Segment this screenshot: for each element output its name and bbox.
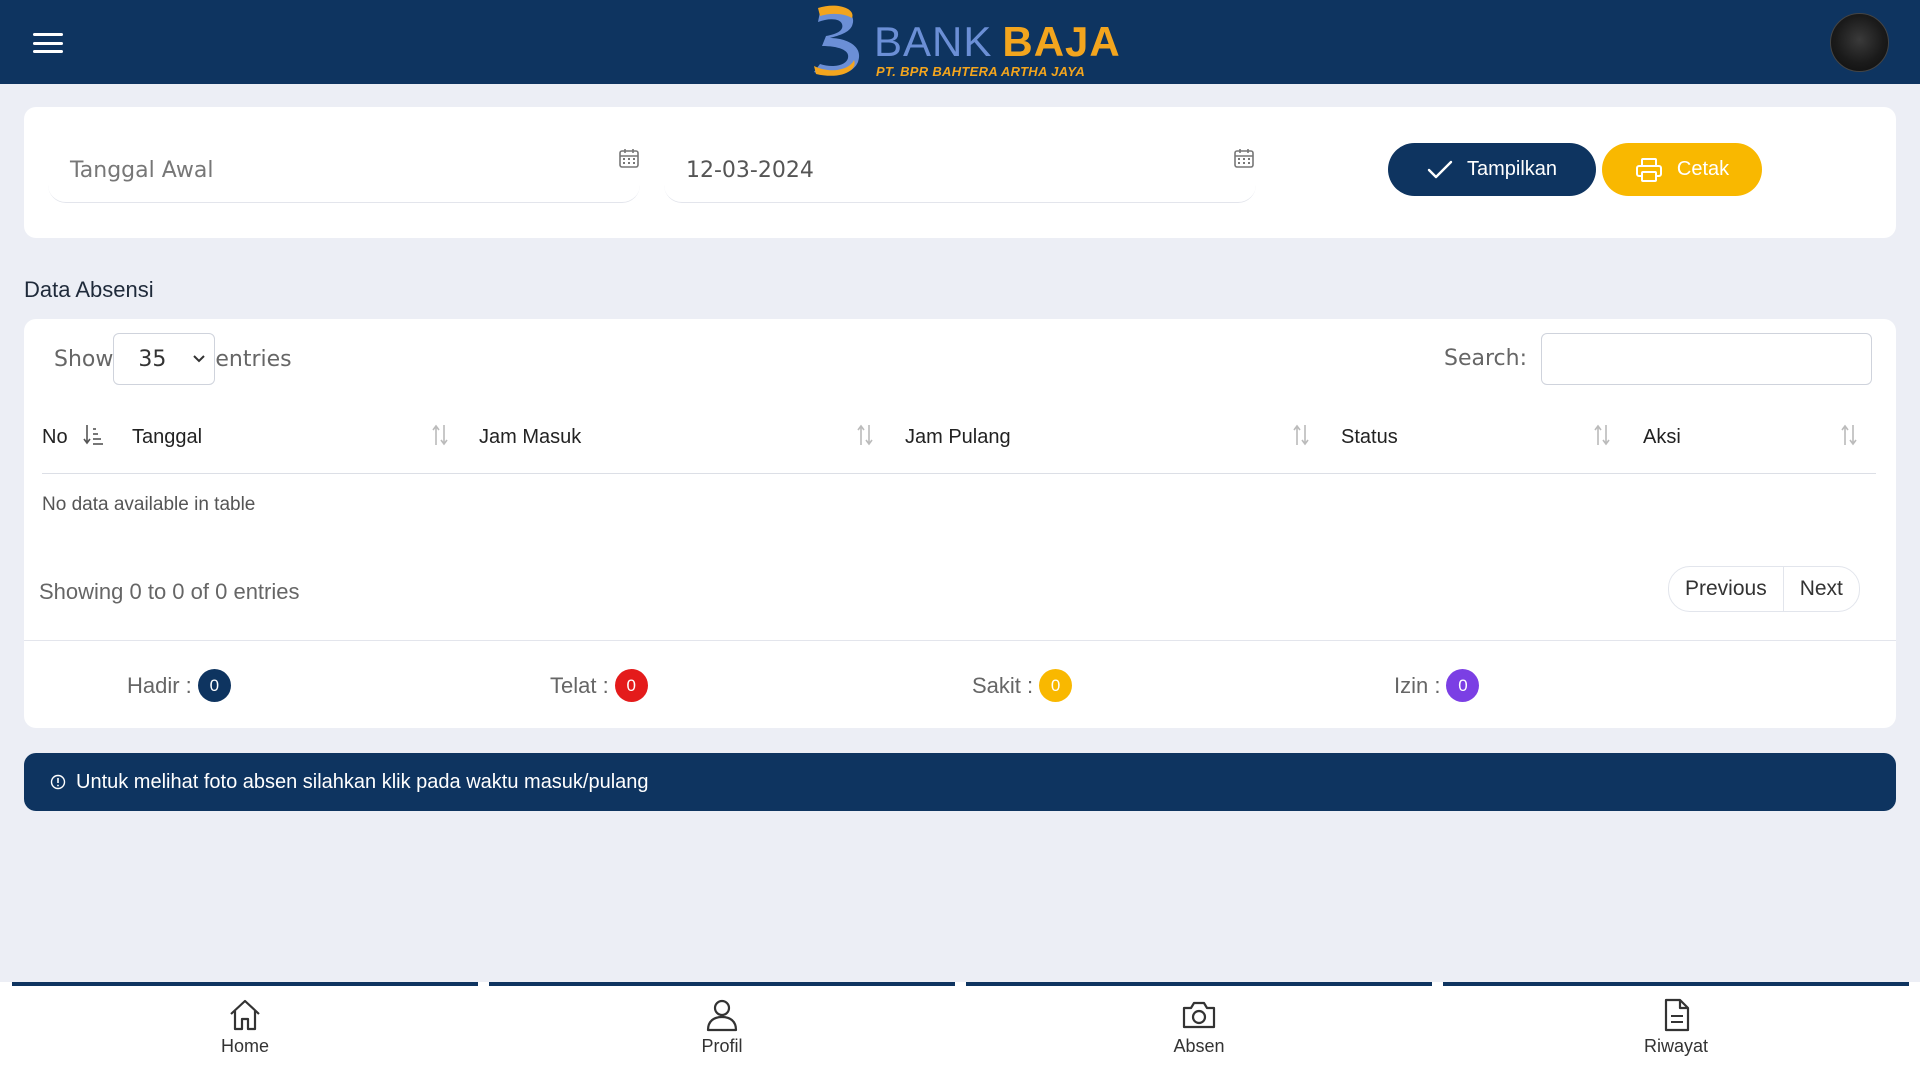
date-filter-card: Tanggal Awal 12-03-2024 Tampilkan Cetak xyxy=(24,107,1896,238)
logo-emblem-icon xyxy=(814,5,860,76)
attendance-table-card: Show 35 entries Search: No Tanggal Jam M… xyxy=(24,319,1896,728)
sort-ascending-icon[interactable] xyxy=(82,423,104,447)
bottom-navigation: Home Profil Absen Riwayat xyxy=(0,982,1920,1068)
section-title: Data Absensi xyxy=(24,277,154,302)
nav-home[interactable]: Home xyxy=(12,982,478,1068)
hamburger-line xyxy=(33,50,63,53)
user-avatar[interactable] xyxy=(1830,13,1889,72)
previous-page-button[interactable]: Previous xyxy=(1669,567,1783,611)
sort-icon[interactable] xyxy=(1290,423,1312,447)
column-header-no[interactable]: No xyxy=(42,426,68,449)
hadir-count-badge: 0 xyxy=(197,669,231,702)
page-size-select[interactable]: 35 xyxy=(113,333,216,385)
top-navbar: BANK BAJA PT. BPR BAHTERA ARTHA JAYA xyxy=(0,0,1920,84)
column-header-status[interactable]: Status xyxy=(1341,426,1398,449)
calendar-icon[interactable] xyxy=(1233,147,1255,169)
nav-profil[interactable]: Profil xyxy=(489,982,955,1068)
pagination: Previous Next xyxy=(1668,566,1860,612)
start-date-input[interactable]: Tanggal Awal xyxy=(48,139,640,203)
sort-icon[interactable] xyxy=(854,423,876,447)
chevron-down-icon xyxy=(193,355,206,363)
start-date-placeholder: Tanggal Awal xyxy=(70,158,214,183)
telat-label: Telat : xyxy=(550,672,609,698)
cetak-button[interactable]: Cetak xyxy=(1602,143,1762,196)
hadir-summary: Hadir : 0 xyxy=(127,669,231,702)
izin-label: Izin : xyxy=(1394,672,1441,698)
info-message: Untuk melihat foto absen silahkan klik p… xyxy=(76,770,649,793)
sort-icon[interactable] xyxy=(1838,423,1860,447)
column-header-jam-pulang[interactable]: Jam Pulang xyxy=(905,426,1011,449)
home-icon xyxy=(230,999,260,1031)
izin-summary: Izin : 0 xyxy=(1394,669,1480,702)
showing-entries-info: Showing 0 to 0 of 0 entries xyxy=(39,579,300,604)
nav-absen-label: Absen xyxy=(1173,1036,1225,1056)
menu-toggle-button[interactable] xyxy=(33,33,63,53)
search-label: Search: xyxy=(1444,346,1527,371)
document-icon xyxy=(1664,998,1690,1032)
brand-name-part2: BAJA xyxy=(1002,18,1121,65)
nav-profil-label: Profil xyxy=(701,1036,743,1056)
nav-riwayat[interactable]: Riwayat xyxy=(1443,982,1909,1068)
cetak-label: Cetak xyxy=(1676,158,1730,180)
nav-absen[interactable]: Absen xyxy=(966,982,1432,1068)
sakit-count-badge: 0 xyxy=(1039,669,1073,702)
column-header-tanggal[interactable]: Tanggal xyxy=(132,426,202,449)
nav-home-label: Home xyxy=(220,1036,269,1056)
search-input[interactable] xyxy=(1541,333,1872,385)
brand-name: BANK BAJA xyxy=(874,18,1121,66)
sort-icon[interactable] xyxy=(429,423,451,447)
column-header-aksi[interactable]: Aksi xyxy=(1643,426,1681,449)
table-header-divider xyxy=(42,473,1876,474)
summary-divider xyxy=(24,640,1896,641)
end-date-value: 12-03-2024 xyxy=(686,158,814,183)
info-icon xyxy=(50,774,66,790)
tampilkan-button[interactable]: Tampilkan xyxy=(1388,143,1596,196)
user-icon xyxy=(706,999,738,1032)
sort-icon[interactable] xyxy=(1591,423,1613,447)
info-alert: Untuk melihat foto absen silahkan klik p… xyxy=(24,753,1896,811)
bank-baja-logo: BANK BAJA PT. BPR BAHTERA ARTHA JAYA xyxy=(806,4,1121,80)
sakit-summary: Sakit : 0 xyxy=(972,669,1073,702)
next-page-button[interactable]: Next xyxy=(1782,567,1859,611)
entries-label: entries xyxy=(215,346,292,372)
sakit-label: Sakit : xyxy=(972,672,1034,698)
brand-name-part1: BANK xyxy=(874,18,993,65)
tampilkan-label: Tampilkan xyxy=(1466,158,1558,180)
camera-icon xyxy=(1182,1001,1216,1029)
column-header-jam-masuk[interactable]: Jam Masuk xyxy=(479,426,581,449)
brand-subtitle: PT. BPR BAHTERA ARTHA JAYA xyxy=(876,64,1086,79)
telat-summary: Telat : 0 xyxy=(550,669,648,702)
page-size-value: 35 xyxy=(138,346,167,372)
telat-count-badge: 0 xyxy=(614,669,648,702)
nav-riwayat-label: Riwayat xyxy=(1643,1036,1709,1056)
show-label: Show xyxy=(54,346,114,372)
hamburger-line xyxy=(33,41,63,45)
calendar-icon[interactable] xyxy=(618,147,640,169)
checkmark-icon xyxy=(1427,160,1453,178)
page-size-control: Show 35 entries xyxy=(54,333,292,385)
printer-icon xyxy=(1635,157,1662,182)
end-date-input[interactable]: 12-03-2024 xyxy=(664,139,1256,203)
empty-table-message: No data available in table xyxy=(42,494,256,515)
izin-count-badge: 0 xyxy=(1446,669,1480,702)
hadir-label: Hadir : xyxy=(127,672,192,698)
hamburger-line xyxy=(33,33,63,36)
